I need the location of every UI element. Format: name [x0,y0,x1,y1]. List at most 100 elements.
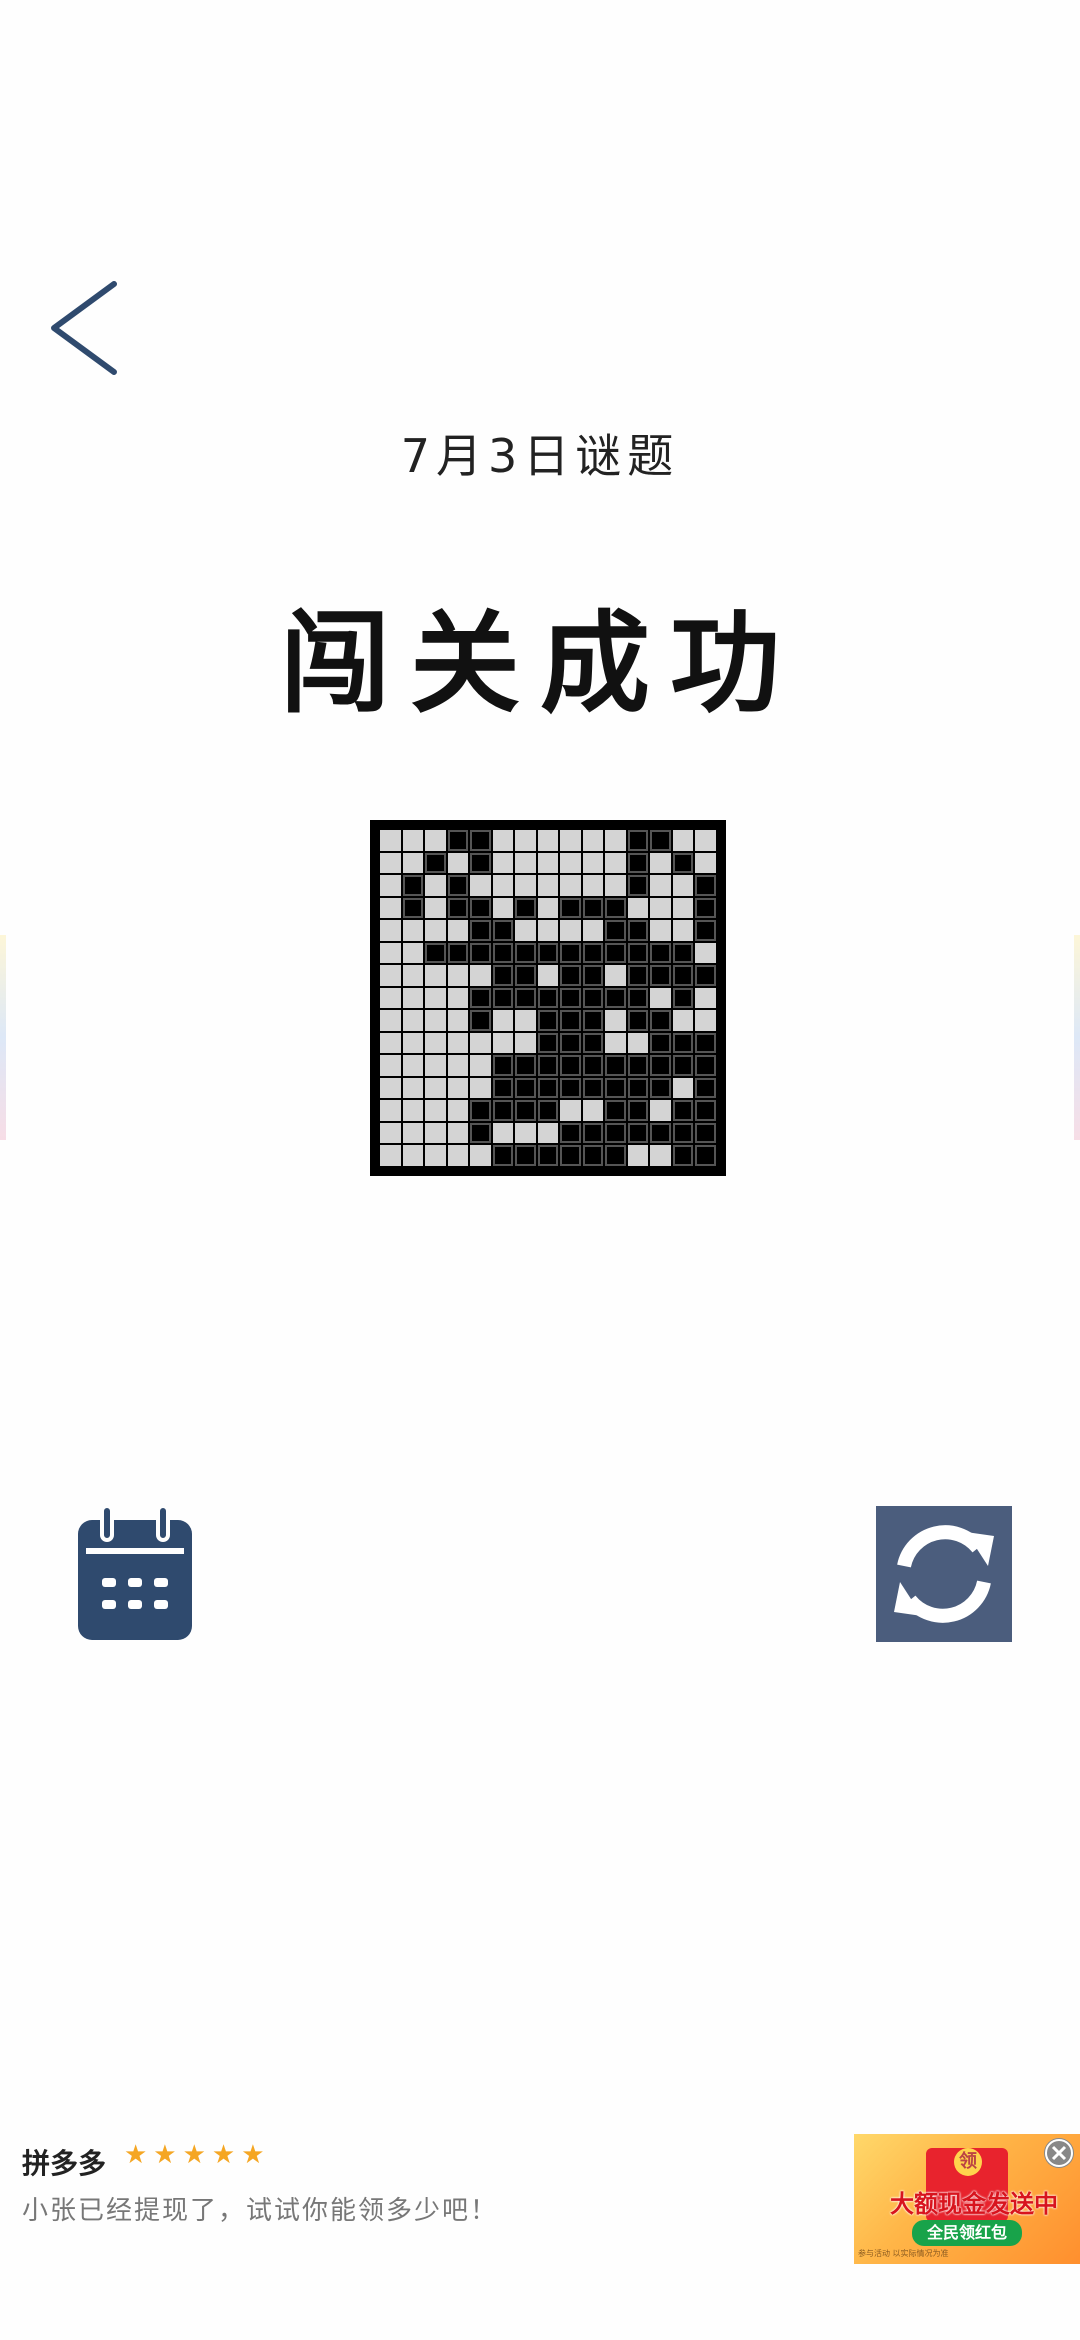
grid-cell-filled [695,965,716,986]
grid-cell-empty [380,942,401,964]
grid-cell-filled [627,1122,649,1144]
refresh-button[interactable] [876,1506,1012,1642]
grid-cell-filled [470,1122,491,1144]
ad-description: 小张已经提现了，试试你能领多少吧！ [22,2196,499,2226]
grid-cell-empty [605,1010,626,1031]
grid-cell-filled [515,1077,536,1099]
grid-cell-empty [492,897,514,919]
grid-cell-filled [695,897,716,919]
grid-cell-filled [537,1077,559,1099]
grid-cell-filled [492,942,514,964]
grid-cell-filled [672,1145,694,1166]
grid-cell-filled [605,1055,626,1076]
grid-cell-filled [627,1010,649,1031]
puzzle-grid [380,830,716,1166]
grid-cell-empty [650,897,671,919]
grid-cell-filled [695,920,716,941]
grid-cell-empty [695,987,716,1009]
grid-cell-filled [672,965,694,986]
grid-cell-empty [582,830,604,851]
grid-cell-empty [380,1100,401,1121]
ad-headline: 大额现金发送中 [890,2190,1058,2218]
grid-cell-filled [447,875,469,896]
grid-cell-empty [605,852,626,874]
grid-cell-empty [672,875,694,896]
grid-cell-empty [380,1010,401,1031]
ad-close-button[interactable] [1044,2138,1074,2168]
grid-cell-empty [380,987,401,1009]
grid-cell-filled [492,987,514,1009]
grid-cell-filled [515,987,536,1009]
grid-cell-empty [537,965,559,986]
grid-cell-filled [447,830,469,851]
success-title: 闯关成功 [280,599,800,728]
grid-cell-filled [515,1055,536,1076]
grid-cell-filled [582,1122,604,1144]
grid-cell-empty [425,1055,446,1076]
grid-cell-empty [402,1077,424,1099]
grid-cell-empty [650,1100,671,1121]
grid-cell-empty [672,920,694,941]
grid-cell-empty [402,852,424,874]
grid-cell-empty [447,852,469,874]
grid-cell-empty [380,852,401,874]
grid-cell-empty [402,1122,424,1144]
grid-cell-filled [605,1100,626,1121]
grid-cell-empty [515,852,536,874]
calendar-button[interactable] [76,1504,194,1642]
side-decoration-right [1074,935,1080,1140]
grid-cell-filled [470,897,491,919]
grid-cell-empty [380,1122,401,1144]
grid-cell-empty [515,920,536,941]
grid-cell-filled [605,1122,626,1144]
grid-cell-empty [605,1032,626,1054]
grid-cell-filled [492,1077,514,1099]
grid-cell-empty [380,875,401,896]
grid-cell-filled [650,830,671,851]
grid-cell-empty [380,897,401,919]
grid-cell-filled [470,830,491,851]
grid-cell-filled [582,1010,604,1031]
grid-cell-empty [582,852,604,874]
grid-cell-filled [492,920,514,941]
grid-cell-empty [380,830,401,851]
grid-cell-filled [515,942,536,964]
grid-cell-empty [447,1032,469,1054]
grid-cell-empty [447,965,469,986]
grid-cell-empty [515,1122,536,1144]
grid-cell-empty [425,875,446,896]
grid-cell-empty [492,830,514,851]
grid-cell-filled [560,1122,581,1144]
grid-cell-empty [515,1032,536,1054]
grid-cell-empty [582,875,604,896]
grid-cell-filled [582,965,604,986]
grid-cell-filled [627,1055,649,1076]
grid-cell-empty [650,1145,671,1166]
grid-cell-filled [695,1032,716,1054]
grid-cell-empty [560,852,581,874]
grid-cell-filled [650,942,671,964]
grid-cell-filled [447,942,469,964]
back-button[interactable] [44,278,124,378]
grid-cell-empty [380,1077,401,1099]
grid-cell-empty [447,1100,469,1121]
grid-cell-empty [492,1010,514,1031]
grid-cell-empty [650,920,671,941]
grid-cell-empty [425,1032,446,1054]
grid-cell-filled [650,1077,671,1099]
grid-cell-empty [380,920,401,941]
grid-cell-filled [402,897,424,919]
grid-cell-empty [402,1010,424,1031]
grid-cell-filled [650,1010,671,1031]
grid-cell-filled [672,1032,694,1054]
grid-cell-filled [605,920,626,941]
grid-cell-empty [425,1122,446,1144]
grid-cell-empty [425,987,446,1009]
ad-image[interactable]: 领 大额现金发送中 全民领红包 参与活动 以实际情况为准 [854,2134,1080,2264]
grid-cell-filled [560,1010,581,1031]
grid-cell-empty [492,875,514,896]
side-decoration-left [0,935,6,1140]
grid-cell-filled [672,987,694,1009]
grid-cell-filled [402,875,424,896]
grid-cell-empty [605,965,626,986]
